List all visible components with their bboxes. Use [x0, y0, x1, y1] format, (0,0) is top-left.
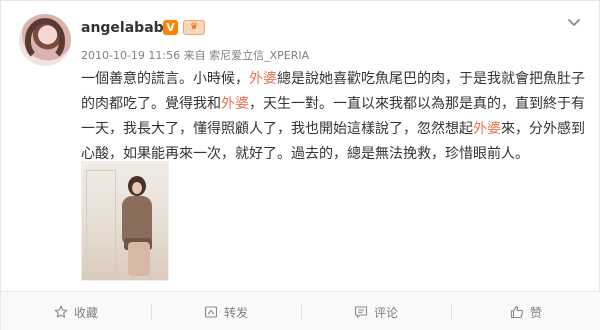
comment-icon	[354, 305, 368, 319]
repost-button[interactable]: 转发	[151, 292, 301, 330]
favorite-button[interactable]: 收藏	[1, 292, 151, 330]
avatar[interactable]	[19, 14, 71, 66]
post-text: 一個善意的謊言。小時候，外婆總是說她喜歡吃魚尾巴的肉，于是我就會把魚肚子的肉都吃…	[81, 67, 586, 167]
comment-label: 评论	[373, 305, 398, 320]
highlighted-keyword[interactable]: 外婆	[473, 121, 501, 137]
repost-label: 转发	[223, 305, 248, 320]
comment-button[interactable]: 评论	[301, 292, 451, 330]
source-prefix: 来自	[183, 49, 206, 62]
action-bar: 收藏 转发 评论 赞	[1, 291, 600, 330]
photo-wall-panel	[86, 170, 116, 274]
highlighted-keyword[interactable]: 外婆	[249, 71, 277, 87]
photo-figure-body	[122, 196, 152, 244]
favorite-label: 收藏	[73, 305, 98, 320]
photo-figure-face	[132, 182, 142, 194]
like-button[interactable]: 赞	[451, 292, 600, 330]
post-photo[interactable]	[81, 161, 169, 281]
like-label: 赞	[529, 305, 542, 320]
post-meta: 2010-10-19 11:56 来自 索尼爱立信_XPERIA	[81, 47, 309, 63]
post-text-segment: 一個善意的謊言。小時候，	[81, 71, 249, 87]
post-source[interactable]: 索尼爱立信_XPERIA	[209, 49, 309, 62]
thumbs-up-icon	[510, 305, 524, 319]
weibo-post-card: angelababy V ♛ 2010-10-19 11:56 来自 索尼爱立信…	[0, 0, 600, 330]
highlighted-keyword[interactable]: 外婆	[221, 96, 249, 112]
avatar-hair	[25, 18, 65, 62]
verified-badge[interactable]: V	[163, 20, 178, 35]
repost-icon	[204, 305, 218, 319]
crown-icon[interactable]: ♛	[183, 20, 205, 35]
username-link[interactable]: angelababy	[81, 20, 173, 36]
photo-figure-legs	[128, 242, 150, 276]
chevron-down-icon[interactable]	[567, 15, 581, 29]
post-timestamp[interactable]: 2010-10-19 11:56	[81, 49, 180, 62]
star-icon	[54, 305, 68, 319]
